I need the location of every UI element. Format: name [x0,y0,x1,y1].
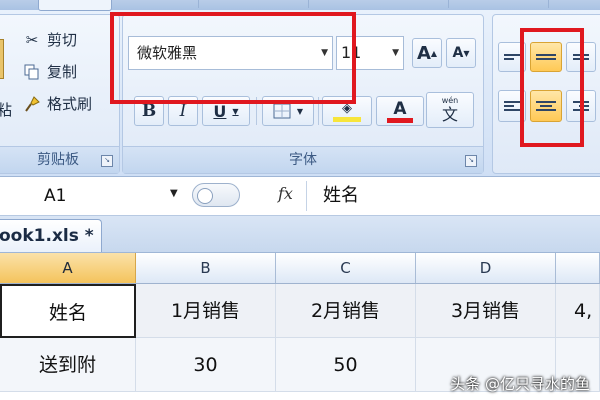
tab-data[interactable] [478,0,549,8]
tab-formulas[interactable] [388,0,449,8]
tab-page-layout[interactable] [228,0,309,8]
formula-controls: fx [188,181,298,211]
tab-insert[interactable] [150,0,199,8]
chevron-down-icon[interactable]: ▼ [232,107,238,116]
cell-a1[interactable]: 姓名 [0,284,136,338]
tab-home[interactable] [38,0,112,11]
up-arrow-icon: ▲ [430,48,438,58]
align-top-icon [504,52,520,62]
paste-icon[interactable] [0,39,4,79]
chevron-down-icon[interactable]: ▼ [297,107,303,116]
phonetic-button[interactable]: wén 文 [426,92,474,128]
copy-button[interactable]: 复制 [23,61,77,82]
grow-font-button[interactable]: A ▲ [412,38,442,68]
workbook-tab-strip: ook1.xls * [0,216,600,253]
align-left-icon [504,99,520,113]
column-header-b[interactable]: B [136,253,276,283]
workbook-tab[interactable]: ook1.xls * [0,219,102,252]
cut-label: 剪切 [47,31,78,49]
cell-a2[interactable]: 送到附 [0,338,136,392]
watermark: 头条 @亿只寻水的鱼 [450,375,590,393]
font-caption: 字体 [123,146,483,173]
annotation-box-font [110,12,356,104]
column-header-row: A B C D [0,253,600,284]
formula-bar: A1 ▼ fx 姓名 [0,177,600,216]
phonetic-label: 文 [441,105,458,124]
down-arrow-icon: ▼ [463,48,470,58]
column-header-d[interactable]: D [416,253,556,283]
cell-e1[interactable]: 4, [556,284,600,338]
format-painter-button[interactable]: 格式刷 [23,93,92,114]
column-header-a[interactable]: A [0,253,136,283]
font-color-button[interactable]: A [376,96,424,126]
namebox-resize-handle[interactable] [192,183,240,207]
insert-function-button[interactable]: fx [278,184,293,203]
paintbrush-icon [23,95,41,113]
chevron-down-icon[interactable]: ▼ [170,188,178,199]
copy-label: 复制 [47,63,78,81]
paste-button[interactable]: 粘 [0,99,12,120]
copy-icon [23,63,41,81]
clipboard-dialog-launcher-icon[interactable]: ↘ [101,155,113,167]
underline-label: U [213,101,227,121]
formula-input[interactable]: 姓名 [306,181,600,211]
italic-label: I [179,101,187,121]
handle-dot-icon [197,188,213,204]
ribbon-tab-strip [0,0,600,11]
shrink-font-button[interactable]: A ▼ [446,38,476,68]
cell-c1[interactable]: 2月销售 [276,284,416,338]
shrink-font-label: A [452,45,464,61]
borders-icon [273,103,291,119]
cell-b1[interactable]: 1月销售 [136,284,276,338]
font-color-label: A [393,98,407,119]
cell-b2[interactable]: 30 [136,338,276,392]
column-header-e[interactable] [556,253,600,283]
format-painter-label: 格式刷 [47,95,93,113]
bold-label: B [141,101,157,121]
name-box[interactable]: A1 [0,181,188,211]
cell-reference: A1 [44,186,67,206]
grow-font-label: A [416,42,431,64]
scissors-icon: ✂ [25,30,39,49]
clipboard-group: 粘 ✂ 剪切 复制 格式刷 剪贴板 ↘ [0,14,120,174]
cut-button[interactable]: ✂ 剪切 [23,29,77,50]
fill-color-swatch [333,116,361,122]
chevron-down-icon[interactable]: ▼ [392,37,399,69]
font-dialog-launcher-icon[interactable]: ↘ [465,155,477,167]
annotation-box-alignment [520,28,584,147]
font-color-swatch [387,117,413,123]
cell-c2[interactable]: 50 [276,338,416,392]
ribbon: 粘 ✂ 剪切 复制 格式刷 剪贴板 ↘ 字体 ↘ 微软雅黑 ▼ 11 ▼ A ▲… [0,0,600,177]
cell-d1[interactable]: 3月销售 [416,284,556,338]
column-header-c[interactable]: C [276,253,416,283]
